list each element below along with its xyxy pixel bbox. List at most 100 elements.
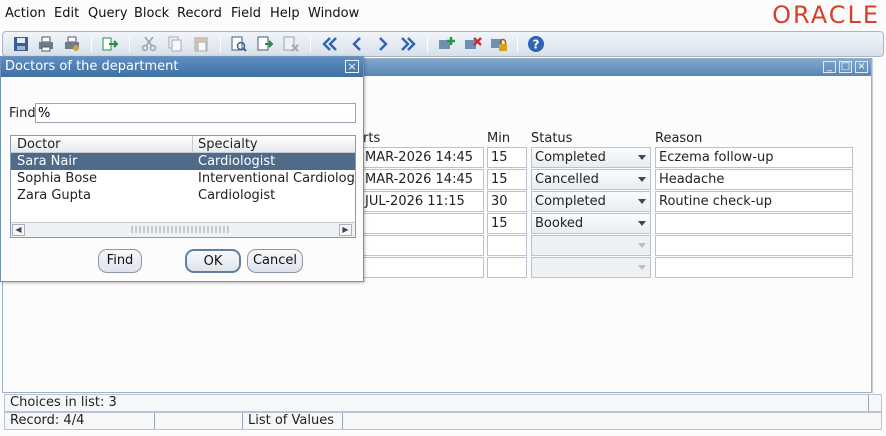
- list-item[interactable]: Sara Nair Cardiologist: [11, 153, 355, 170]
- cancel-query-icon[interactable]: [282, 35, 300, 53]
- reason-field[interactable]: [655, 257, 853, 278]
- first-record-icon[interactable]: [321, 35, 339, 53]
- status-select[interactable]: Booked: [531, 213, 651, 234]
- print-setup-icon[interactable]: [63, 35, 81, 53]
- column-header-reason: Reason: [655, 131, 703, 146]
- next-record-icon[interactable]: [374, 35, 392, 53]
- previous-record-icon[interactable]: [348, 35, 366, 53]
- save-icon[interactable]: [12, 35, 30, 53]
- doctor-name: Sara Nair: [17, 154, 78, 169]
- mode-indicator: List of Values: [243, 413, 343, 429]
- doctor-specialty: Interventional Cardiology: [198, 171, 356, 186]
- reason-field[interactable]: [655, 235, 853, 256]
- status-value: Booked: [535, 216, 584, 231]
- column-header-specialty[interactable]: Specialty: [198, 137, 258, 152]
- menu-query[interactable]: Query: [88, 6, 128, 21]
- copy-icon[interactable]: [166, 35, 184, 53]
- status-value: Cancelled: [535, 172, 599, 187]
- query-icon[interactable]: [230, 35, 248, 53]
- cancel-button[interactable]: Cancel: [247, 249, 303, 273]
- minimize-icon[interactable]: _: [823, 61, 836, 73]
- toolbar: ?: [2, 31, 884, 57]
- scroll-left-icon[interactable]: ◀: [12, 224, 25, 236]
- chevron-down-icon: [638, 177, 646, 182]
- column-header-status: Status: [531, 131, 573, 146]
- vertical-scrollbar[interactable]: [872, 58, 884, 393]
- horizontal-scrollbar[interactable]: ◀ ▶: [11, 222, 355, 237]
- ok-button[interactable]: OK: [185, 249, 241, 273]
- reason-field[interactable]: Eczema follow-up: [655, 147, 853, 168]
- starts-field[interactable]: [352, 213, 484, 234]
- column-divider[interactable]: [192, 136, 193, 153]
- starts-field[interactable]: [352, 257, 484, 278]
- column-header-doctor[interactable]: Doctor: [17, 137, 61, 152]
- lov-dialog: Doctors of the department × Find Doctor …: [0, 56, 364, 282]
- doctor-specialty: Cardiologist: [198, 188, 276, 203]
- execute-query-icon[interactable]: [256, 35, 274, 53]
- toolbar-separator: [129, 37, 130, 52]
- status-select[interactable]: Cancelled: [531, 169, 651, 190]
- menu-help[interactable]: Help: [270, 6, 300, 21]
- status-select[interactable]: Completed: [531, 191, 651, 212]
- reason-field[interactable]: Routine check-up: [655, 191, 853, 212]
- print-icon[interactable]: [37, 35, 55, 53]
- lov-titlebar[interactable]: Doctors of the department ×: [1, 57, 363, 77]
- status-line: Record: 4/4 List of Values: [4, 412, 882, 430]
- list-item[interactable]: Sophia Bose Interventional Cardiology: [11, 170, 355, 187]
- toolbar-separator: [220, 37, 221, 52]
- menu-window[interactable]: Window: [308, 6, 359, 21]
- starts-field[interactable]: JUL-2026 11:15: [352, 191, 484, 212]
- exit-icon[interactable]: [101, 35, 119, 53]
- starts-field[interactable]: MAR-2026 14:45: [352, 147, 484, 168]
- list-item[interactable]: Zara Gupta Cardiologist: [11, 187, 355, 204]
- min-field[interactable]: [487, 257, 527, 278]
- scrollbar-thumb[interactable]: [131, 226, 231, 233]
- close-icon[interactable]: ×: [855, 61, 868, 73]
- chevron-down-icon: [638, 199, 646, 204]
- toolbar-separator: [427, 37, 428, 52]
- status-select[interactable]: [531, 257, 651, 278]
- menu-field[interactable]: Field: [231, 6, 261, 21]
- status-bar: Choices in list: 3 Record: 4/4 List of V…: [4, 394, 884, 434]
- find-button[interactable]: Find: [98, 249, 142, 273]
- menu-record[interactable]: Record: [177, 6, 222, 21]
- menu-bar: Action Edit Query Block Record Field Hel…: [0, 0, 886, 30]
- min-field[interactable]: 15: [487, 169, 527, 190]
- close-icon[interactable]: ×: [345, 60, 359, 73]
- insert-record-icon[interactable]: [438, 35, 456, 53]
- cut-icon[interactable]: [140, 35, 158, 53]
- reason-field[interactable]: Headache: [655, 169, 853, 190]
- help-icon[interactable]: ?: [527, 35, 545, 53]
- svg-text:?: ?: [533, 38, 540, 52]
- min-field[interactable]: 15: [487, 147, 527, 168]
- find-input[interactable]: [35, 103, 356, 123]
- min-field[interactable]: 30: [487, 191, 527, 212]
- lock-record-icon[interactable]: [490, 35, 508, 53]
- toolbar-separator: [517, 37, 518, 52]
- toolbar-separator: [310, 37, 311, 52]
- menu-edit[interactable]: Edit: [54, 6, 79, 21]
- reason-field[interactable]: [655, 213, 853, 234]
- min-field[interactable]: [487, 235, 527, 256]
- last-record-icon[interactable]: [399, 35, 417, 53]
- paste-icon[interactable]: [192, 35, 210, 53]
- status-message: Choices in list: 3: [5, 395, 869, 411]
- starts-field[interactable]: [352, 235, 484, 256]
- lov-title: Doctors of the department: [5, 59, 179, 74]
- starts-field[interactable]: MAR-2026 14:45: [352, 169, 484, 190]
- lov-list[interactable]: Doctor Specialty Sara Nair Cardiologist …: [10, 135, 356, 238]
- status-select[interactable]: [531, 235, 651, 256]
- min-field[interactable]: 15: [487, 213, 527, 234]
- scroll-right-icon[interactable]: ▶: [339, 224, 352, 236]
- menu-action[interactable]: Action: [5, 6, 46, 21]
- doctor-specialty: Cardiologist: [198, 154, 276, 169]
- chevron-down-icon: [638, 243, 646, 248]
- column-header-starts: rts: [363, 131, 381, 146]
- status-value: Completed: [535, 194, 606, 209]
- menu-block[interactable]: Block: [134, 6, 169, 21]
- delete-record-icon[interactable]: [464, 35, 482, 53]
- find-label: Find: [9, 106, 36, 121]
- maximize-icon[interactable]: □: [839, 61, 852, 73]
- status-select[interactable]: Completed: [531, 147, 651, 168]
- chevron-down-icon: [638, 265, 646, 270]
